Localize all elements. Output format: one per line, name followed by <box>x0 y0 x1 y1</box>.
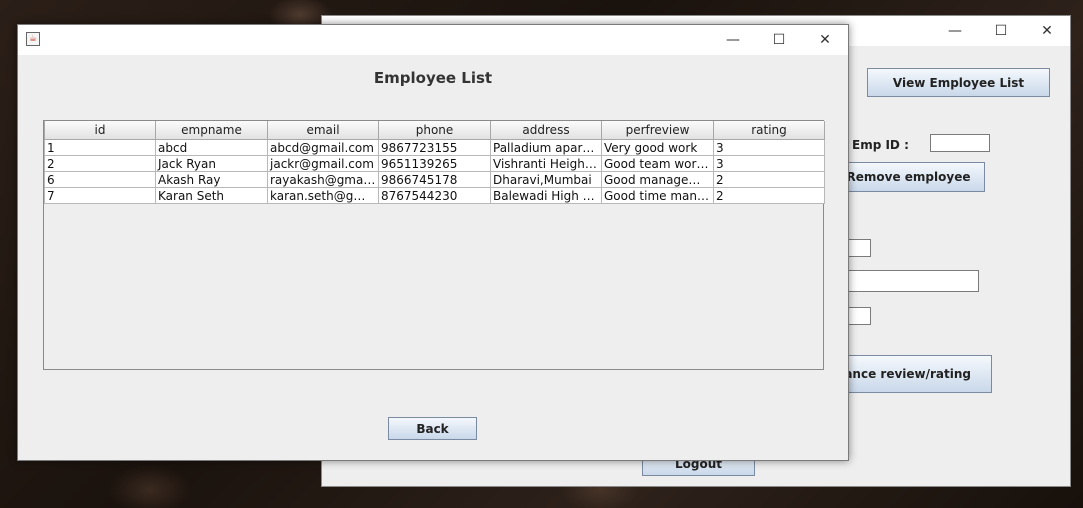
column-header-id[interactable]: id <box>44 121 156 140</box>
employee-list-window: ☕ — ☐ ✕ Employee List id empname email p… <box>17 24 849 461</box>
column-header-perfreview[interactable]: perfreview <box>601 121 714 140</box>
employee-list-titlebar: ☕ — ☐ ✕ <box>18 25 848 55</box>
table-cell[interactable]: 6 <box>44 171 156 188</box>
table-cell[interactable]: abcd <box>155 139 268 156</box>
emp-id-field[interactable] <box>930 134 990 152</box>
table-cell[interactable]: jackr@gmail.com <box>267 155 379 172</box>
table-row[interactable]: 6 Akash Ray rayakash@gmail.... 986674517… <box>44 171 825 188</box>
table-cell[interactable]: Good time manag... <box>601 187 714 204</box>
table-cell[interactable]: 2 <box>713 187 825 204</box>
table-row[interactable]: 7 Karan Seth karan.seth@gmai... 87675442… <box>44 187 825 204</box>
table-cell[interactable]: Balewadi High Str... <box>490 187 602 204</box>
table-cell[interactable]: 7 <box>44 187 156 204</box>
column-header-empname[interactable]: empname <box>155 121 268 140</box>
table-cell[interactable]: Dharavi,Mumbai <box>490 171 602 188</box>
table-cell[interactable]: 9866745178 <box>378 171 491 188</box>
table-cell[interactable]: 9651139265 <box>378 155 491 172</box>
minimize-icon[interactable]: — <box>710 25 756 55</box>
minimize-icon[interactable]: — <box>932 16 978 46</box>
table-cell[interactable]: karan.seth@gmai... <box>267 187 379 204</box>
table-cell[interactable]: 2 <box>713 171 825 188</box>
remove-employee-button[interactable]: Remove employee <box>832 162 985 192</box>
column-header-phone[interactable]: phone <box>378 121 491 140</box>
table-cell[interactable]: 1 <box>44 139 156 156</box>
back-button[interactable]: Back <box>388 417 477 440</box>
table-cell[interactable]: Vishranti Heights,... <box>490 155 602 172</box>
table-row[interactable]: 1 abcd abcd@gmail.com 9867723155 Palladi… <box>44 139 825 156</box>
table-cell[interactable]: 2 <box>44 155 156 172</box>
table-cell[interactable]: abcd@gmail.com <box>267 139 379 156</box>
table-row[interactable]: 2 Jack Ryan jackr@gmail.com 9651139265 V… <box>44 155 825 172</box>
table-cell[interactable]: Akash Ray <box>155 171 268 188</box>
maximize-icon[interactable]: ☐ <box>978 16 1024 46</box>
table-cell[interactable]: 9867723155 <box>378 139 491 156</box>
emp-id-label: Emp ID : <box>852 138 909 152</box>
table-cell[interactable]: Karan Seth <box>155 187 268 204</box>
table-cell[interactable]: Good management <box>601 171 714 188</box>
table-cell[interactable]: Very good work <box>601 139 714 156</box>
table-cell[interactable]: rayakash@gmail.... <box>267 171 379 188</box>
page-title: Employee List <box>373 69 493 87</box>
table-cell[interactable]: 3 <box>713 139 825 156</box>
table-cell[interactable]: 3 <box>713 155 825 172</box>
table-cell[interactable]: 8767544230 <box>378 187 491 204</box>
employee-table[interactable]: id empname email phone address perfrevie… <box>43 120 825 370</box>
close-icon[interactable]: ✕ <box>1024 16 1070 46</box>
table-cell[interactable]: Jack Ryan <box>155 155 268 172</box>
close-icon[interactable]: ✕ <box>802 25 848 55</box>
column-header-email[interactable]: email <box>267 121 379 140</box>
java-icon: ☕ <box>26 32 40 46</box>
table-cell[interactable]: Good team worker <box>601 155 714 172</box>
table-header-row: id empname email phone address perfrevie… <box>44 121 825 140</box>
column-header-address[interactable]: address <box>490 121 602 140</box>
column-header-rating[interactable]: rating <box>713 121 825 140</box>
maximize-icon[interactable]: ☐ <box>756 25 802 55</box>
view-employee-list-button[interactable]: View Employee List <box>867 68 1050 97</box>
table-cell[interactable]: Palladium apartm... <box>490 139 602 156</box>
